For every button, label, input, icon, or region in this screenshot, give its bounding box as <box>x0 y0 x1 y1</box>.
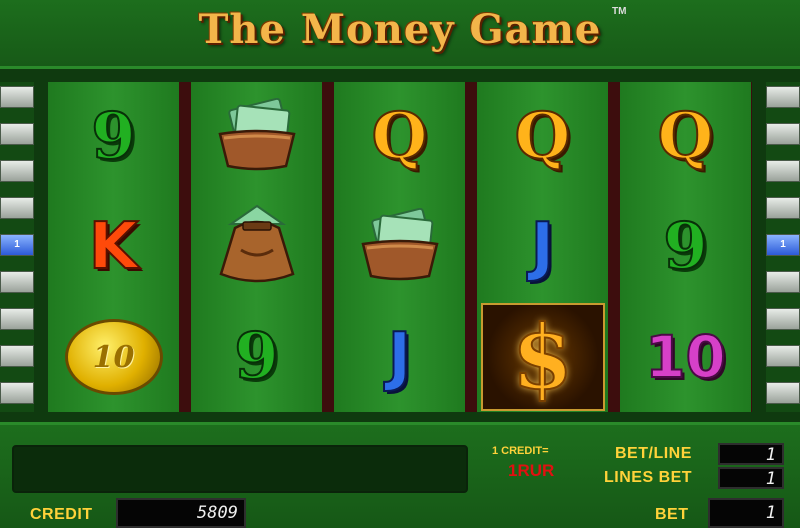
money-wallet-icon <box>357 207 443 287</box>
left-line-button[interactable] <box>0 123 34 145</box>
reel-cell: Q <box>620 82 751 192</box>
right-line-button[interactable] <box>766 345 800 367</box>
left-line-button[interactable] <box>0 308 34 330</box>
reels-area: 9 K 10 9 Q J Q J $ Q 9 10 <box>48 82 752 412</box>
reel-cell <box>334 192 465 302</box>
coin-value: 10 <box>92 339 135 375</box>
reel-cell: J <box>334 302 465 412</box>
left-line-button-active[interactable]: 1 <box>0 234 34 256</box>
reel-5: Q 9 10 <box>620 82 751 412</box>
ten-icon: 10 <box>644 323 727 391</box>
credit-rate-value: 1RUR <box>508 461 555 480</box>
reel-4: Q J $ <box>477 82 608 412</box>
reel-cell: 9 <box>48 82 179 192</box>
reel-cell: 10 <box>620 302 751 412</box>
reel-cell: 10 <box>48 302 179 412</box>
right-line-button[interactable] <box>766 123 800 145</box>
reel-cell: Q <box>477 82 608 192</box>
reel-cell: $ <box>477 302 608 412</box>
reel-cell: J <box>477 192 608 302</box>
credit-display: 5809 <box>116 498 246 528</box>
title-bar: The Money Game TM <box>0 0 800 69</box>
left-line-button[interactable] <box>0 382 34 404</box>
reel-cell <box>191 82 322 192</box>
left-line-button[interactable] <box>0 86 34 108</box>
reel-cell: K <box>48 192 179 302</box>
right-line-button-active[interactable]: 1 <box>766 234 800 256</box>
dollar-icon: $ <box>480 303 605 411</box>
nine-icon: 9 <box>662 209 709 284</box>
credit-label: CREDIT <box>30 506 93 523</box>
left-line-button[interactable] <box>0 160 34 182</box>
queen-icon: Q <box>371 99 429 174</box>
bet-display[interactable]: 1 <box>708 498 784 528</box>
queen-icon: Q <box>657 99 715 174</box>
queen-icon: Q <box>514 99 572 174</box>
reel-cell: Q <box>334 82 465 192</box>
money-wallet-icon <box>214 97 300 177</box>
left-line-button[interactable] <box>0 345 34 367</box>
game-title: The Money Game <box>198 6 602 53</box>
bet-line-display[interactable]: 1 <box>718 443 784 465</box>
left-line-button[interactable] <box>0 271 34 293</box>
reel-cell: 9 <box>620 192 751 302</box>
right-line-indicators: 1 <box>766 82 800 412</box>
lines-bet-display[interactable]: 1 <box>718 467 784 489</box>
coin-icon: 10 <box>64 319 163 395</box>
right-line-button[interactable] <box>766 308 800 330</box>
reel-2: 9 <box>191 82 322 412</box>
jack-icon: J <box>387 320 413 394</box>
dollar-glyph: $ <box>511 304 574 410</box>
money-bag-icon <box>211 202 303 293</box>
control-panel: 1 CREDIT= 1RUR BET/LINE 1 LINES BET 1 CR… <box>0 422 800 528</box>
jack-icon: J <box>530 210 556 284</box>
bet-label: BET <box>655 506 689 523</box>
reel-cell: 9 <box>191 302 322 412</box>
trademark-mark: TM <box>612 6 627 17</box>
bet-line-label: BET/LINE <box>615 445 692 462</box>
nine-icon: 9 <box>233 319 280 394</box>
reel-1: 9 K 10 <box>48 82 179 412</box>
lines-bet-label: LINES BET <box>604 469 693 486</box>
right-line-button[interactable] <box>766 86 800 108</box>
credit-rate-label: 1 CREDIT= <box>492 445 549 457</box>
left-line-button[interactable] <box>0 197 34 219</box>
nine-icon: 9 <box>90 99 137 174</box>
right-line-button[interactable] <box>766 271 800 293</box>
reel-cell <box>191 192 322 302</box>
king-icon: K <box>88 210 140 284</box>
right-line-button[interactable] <box>766 160 800 182</box>
right-line-button[interactable] <box>766 197 800 219</box>
left-line-indicators: 1 <box>0 82 34 412</box>
message-display <box>12 445 468 493</box>
reel-3: QJ <box>334 82 465 412</box>
right-line-button[interactable] <box>766 382 800 404</box>
